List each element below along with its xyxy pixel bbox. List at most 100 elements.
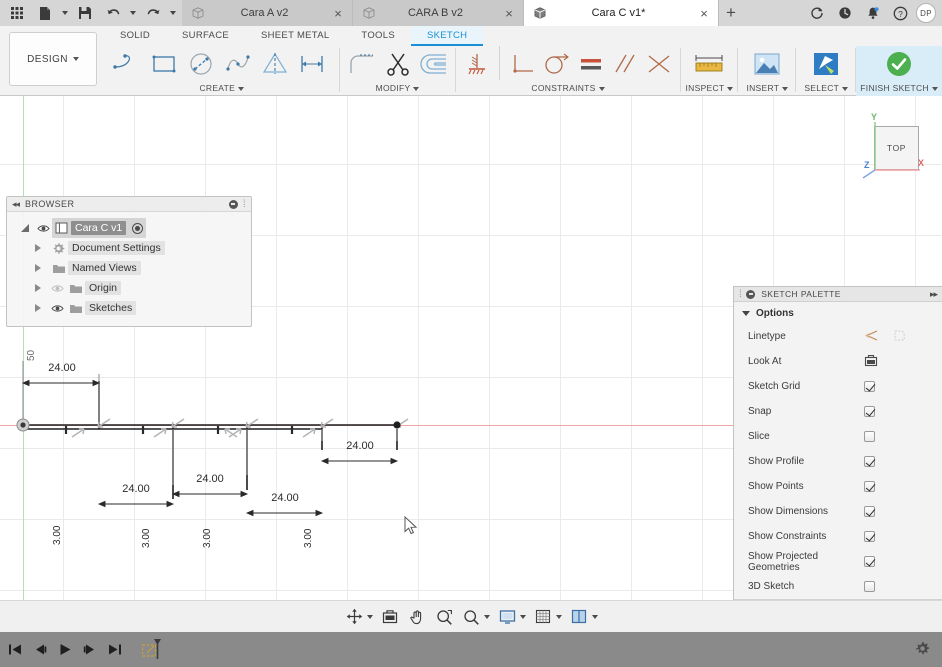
spline-icon[interactable]: [219, 47, 256, 81]
new-document-tab-button[interactable]: +: [719, 0, 743, 26]
jump-to-end-icon[interactable]: [106, 640, 124, 660]
view-cube-top-face[interactable]: TOP: [874, 126, 919, 170]
close-icon[interactable]: ×: [503, 7, 515, 20]
ribbon-group-inspect-label[interactable]: INSPECT: [681, 82, 739, 94]
tab-sheet-metal[interactable]: SHEET METAL: [245, 26, 345, 46]
sketch-grid-checkbox[interactable]: [864, 381, 875, 392]
insert-image-icon[interactable]: [749, 47, 786, 81]
line-icon[interactable]: [108, 47, 145, 81]
parallel-constraint-icon[interactable]: [608, 47, 642, 81]
expand-toggle-icon[interactable]: [35, 278, 49, 298]
chevron-down-icon[interactable]: [554, 606, 563, 628]
file-menu-caret-icon[interactable]: [60, 1, 70, 25]
ribbon-group-constraints-label[interactable]: CONSTRAINTS: [456, 82, 681, 94]
measure-icon[interactable]: [691, 47, 728, 81]
save-icon[interactable]: [72, 1, 98, 25]
visibility-eye-icon[interactable]: [49, 278, 66, 298]
construction-linetype-icon[interactable]: [893, 329, 906, 345]
slice-checkbox[interactable]: [864, 431, 875, 442]
doc-tab-cara-a[interactable]: Cara A v2 ×: [182, 0, 353, 26]
chevron-down-icon[interactable]: [365, 606, 374, 628]
pan-hand-icon[interactable]: [404, 605, 430, 629]
play-icon[interactable]: [56, 640, 74, 660]
visibility-eye-icon[interactable]: [49, 298, 66, 318]
show-projected-geometries-checkbox[interactable]: [864, 556, 875, 567]
grid-snaps-icon[interactable]: [530, 605, 565, 629]
show-dimensions-checkbox[interactable]: [864, 506, 875, 517]
activate-component-radio[interactable]: [132, 222, 144, 234]
step-forward-icon[interactable]: [81, 640, 99, 660]
step-back-icon[interactable]: [31, 640, 49, 660]
job-status-icon[interactable]: [832, 0, 857, 26]
fillet-icon[interactable]: [344, 47, 380, 81]
fix-constraint-icon[interactable]: [460, 47, 494, 81]
mirror-icon[interactable]: [256, 47, 293, 81]
workspace-switcher-button[interactable]: DESIGN: [9, 32, 97, 86]
equal-constraint-icon[interactable]: [573, 47, 607, 81]
chevron-down-icon[interactable]: [482, 606, 491, 628]
tree-row-origin[interactable]: Origin: [7, 278, 251, 298]
3d-sketch-checkbox[interactable]: [864, 581, 875, 592]
redo-icon[interactable]: [140, 1, 166, 25]
select-icon[interactable]: [808, 47, 845, 81]
ribbon-group-finish-sketch-label[interactable]: FINISH SKETCH: [856, 82, 942, 94]
expand-toggle-icon[interactable]: [35, 238, 49, 258]
ribbon-group-create-label[interactable]: CREATE: [104, 82, 340, 94]
offset-curve-icon[interactable]: [416, 47, 452, 81]
show-constraints-checkbox[interactable]: [864, 531, 875, 542]
palette-options-section-header[interactable]: Options: [734, 302, 942, 324]
file-icon[interactable]: [32, 1, 58, 25]
chevron-down-icon[interactable]: [518, 606, 527, 628]
offset-icon[interactable]: [293, 47, 330, 81]
snap-checkbox[interactable]: [864, 406, 875, 417]
expand-panel-icon[interactable]: ▸▸: [930, 289, 938, 300]
visibility-eye-icon[interactable]: [35, 218, 52, 238]
tab-solid[interactable]: SOLID: [104, 26, 166, 46]
redo-caret-icon[interactable]: [168, 1, 178, 25]
show-points-checkbox[interactable]: [864, 481, 875, 492]
zoom-window-icon[interactable]: [431, 605, 457, 629]
expand-toggle-icon[interactable]: [35, 258, 49, 278]
jump-to-beginning-icon[interactable]: [6, 640, 24, 660]
show-profile-checkbox[interactable]: [864, 456, 875, 467]
doc-tab-cara-b[interactable]: CARA B v2 ×: [353, 0, 524, 26]
timeline-feature-sketch[interactable]: [140, 637, 166, 663]
coincident-constraint-icon[interactable]: [642, 47, 676, 81]
ribbon-group-modify-label[interactable]: MODIFY: [340, 82, 456, 94]
tree-row-document-settings[interactable]: Document Settings: [7, 238, 251, 258]
undo-icon[interactable]: [100, 1, 126, 25]
user-avatar[interactable]: DP: [916, 3, 936, 23]
notification-bell-icon[interactable]: [860, 0, 885, 26]
normal-linetype-icon[interactable]: [864, 329, 879, 345]
browser-minimize-icon[interactable]: [228, 199, 238, 209]
ribbon-group-insert-label[interactable]: INSERT: [738, 82, 796, 94]
tree-row-root[interactable]: Cara C v1: [7, 218, 251, 238]
browser-resize-grip[interactable]: ⁞: [243, 199, 246, 210]
orbit-icon[interactable]: [341, 605, 376, 629]
look-at-button[interactable]: [864, 354, 878, 370]
close-icon[interactable]: ×: [698, 7, 710, 20]
palette-minimize-icon[interactable]: [746, 289, 756, 299]
tree-row-named-views[interactable]: Named Views: [7, 258, 251, 278]
expand-toggle-icon[interactable]: [21, 218, 35, 238]
chevron-down-icon[interactable]: [590, 606, 599, 628]
palette-resize-grip[interactable]: ⁞: [739, 289, 742, 300]
look-at-icon[interactable]: [377, 605, 403, 629]
refresh-icon[interactable]: [804, 0, 829, 26]
ribbon-group-select-label[interactable]: SELECT: [796, 82, 856, 94]
zoom-icon[interactable]: [458, 605, 493, 629]
collapse-panel-icon[interactable]: ◂◂: [12, 199, 20, 210]
expand-toggle-icon[interactable]: [35, 298, 49, 318]
viewports-icon[interactable]: [566, 605, 601, 629]
apps-grid-icon[interactable]: [4, 1, 30, 25]
tree-row-sketches[interactable]: Sketches: [7, 298, 251, 318]
timeline-settings-gear-icon[interactable]: [915, 641, 930, 661]
display-settings-icon[interactable]: [494, 605, 529, 629]
doc-tab-cara-c[interactable]: Cara C v1* ×: [524, 0, 719, 26]
tangent-constraint-icon[interactable]: [539, 47, 573, 81]
sketch-canvas[interactable]: 24.00 24.00 24.00 24.00 24.00 50 3.00 3.…: [0, 96, 942, 600]
view-cube[interactable]: TOP Y Z X: [852, 110, 924, 180]
finish-sketch-check-icon[interactable]: [881, 47, 918, 81]
trim-scissors-icon[interactable]: [380, 47, 416, 81]
tab-surface[interactable]: SURFACE: [166, 26, 245, 46]
